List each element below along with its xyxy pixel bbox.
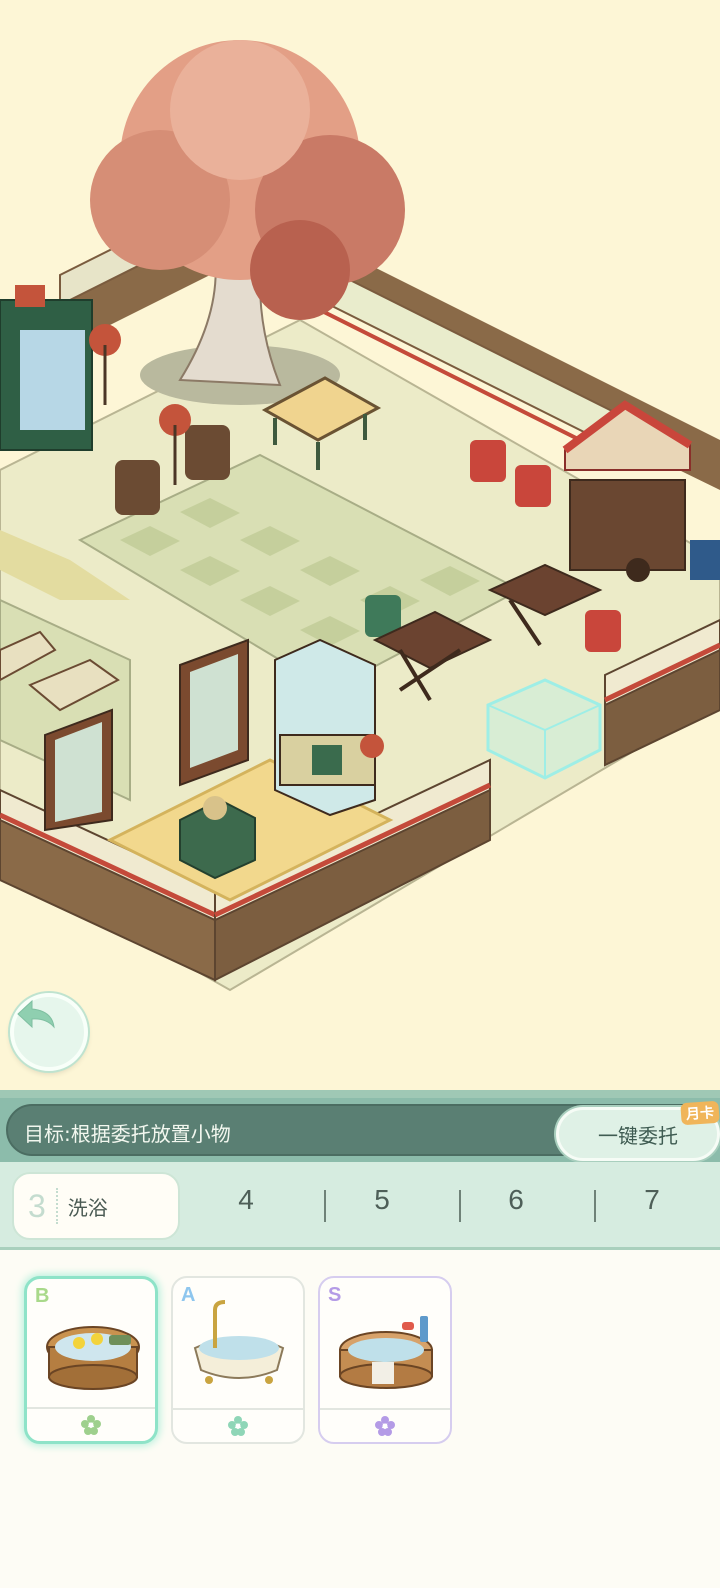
tab-4[interactable]: 4: [216, 1184, 276, 1216]
goal-banner: 目标:根据委托放置小物 一键委托 月卡: [6, 1100, 720, 1161]
tab-separator: [55, 1188, 58, 1224]
room-illustration: [0, 40, 720, 992]
one-click-delegate-button[interactable]: 一键委托 月卡: [556, 1100, 720, 1161]
item-card-a[interactable]: A: [171, 1276, 305, 1444]
item-card-b[interactable]: B: [24, 1276, 158, 1444]
flower-icon: [228, 1416, 248, 1436]
back-button[interactable]: [10, 993, 88, 1071]
tab-bathing[interactable]: 3 洗浴: [12, 1172, 180, 1240]
category-tabs: 3 洗浴 4 5 6 7: [0, 1162, 720, 1250]
monthly-card-badge: 月卡: [680, 1100, 720, 1126]
wooden-bathtub-toiletries-icon: [339, 1316, 433, 1389]
clawfoot-bathtub-icon: [193, 1300, 285, 1384]
glass-display-cabinet: [274, 638, 376, 817]
tab-divider: [594, 1190, 596, 1222]
tab-divider: [459, 1190, 461, 1222]
panel-border: [0, 1090, 720, 1098]
back-arrow-icon: [17, 999, 55, 1029]
wooden-tub-icon: [46, 1326, 140, 1390]
card-footer: [173, 1408, 303, 1442]
item-grid: B A S: [0, 1270, 720, 1460]
game-scene[interactable]: [0, 0, 720, 1090]
tab-name: 洗浴: [67, 1195, 108, 1220]
flower-icon: [81, 1415, 101, 1435]
card-footer: [320, 1408, 450, 1442]
item-card-s[interactable]: S: [318, 1276, 452, 1444]
delegate-label: 一键委托: [598, 1123, 678, 1148]
tab-6[interactable]: 6: [486, 1184, 546, 1216]
flower-icon: [375, 1416, 395, 1436]
goal-bar: 目标:根据委托放置小物 一键委托 月卡: [0, 1098, 720, 1162]
card-footer: [27, 1407, 155, 1441]
goal-text: 目标:根据委托放置小物: [24, 1122, 231, 1146]
lanterns: [360, 734, 384, 758]
tab-5[interactable]: 5: [352, 1184, 412, 1216]
tab-divider: [324, 1190, 326, 1222]
maple-tree: [90, 40, 405, 405]
tab-number: 3: [28, 1187, 46, 1224]
bottom-panel: 目标:根据委托放置小物 一键委托 月卡 3 洗浴 4 5 6 7 B A S: [0, 1090, 720, 1588]
tab-7[interactable]: 7: [622, 1184, 682, 1216]
vending-fridge: [0, 285, 93, 451]
